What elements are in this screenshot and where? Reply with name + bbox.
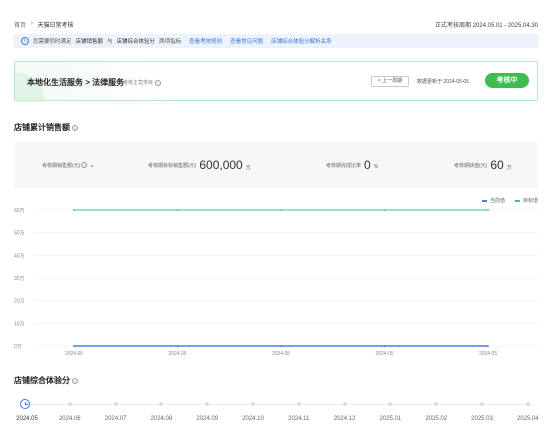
metric-value: 0	[364, 158, 371, 172]
notice-bold-sales: 店铺销售额	[75, 39, 104, 45]
sales-section-title: 店铺累计销售额 ?	[14, 122, 78, 133]
point-current	[487, 345, 489, 347]
breadcrumb-separator: >	[30, 21, 34, 27]
timeline-month-label[interactable]: 2024.11	[288, 416, 309, 422]
point-current	[176, 345, 179, 347]
timeline-month-label[interactable]: 2024.06	[59, 416, 81, 422]
metric-value: -	[90, 160, 94, 170]
service-title: 本地化生活服务 > 法律服务	[27, 78, 125, 87]
help-icon[interactable]: ?	[72, 124, 78, 131]
metric-unit: 元	[245, 164, 251, 171]
top-bar: 首页 > 天猫日常考核 正式考核周期 2024.05.01 - 2025.04.…	[14, 19, 538, 29]
timeline-month-label[interactable]: 2024.08	[151, 416, 173, 422]
y-tick-label: 40万	[14, 253, 25, 259]
timeline-month-label[interactable]: 2024.07	[105, 416, 127, 422]
metric-target-sales: 考核期目标销售额(元) 600,000 元	[148, 142, 251, 188]
timeline-month-label[interactable]: 2025.02	[425, 416, 447, 422]
metric-label: 考核期目标销售额(元)	[148, 162, 197, 169]
notice-text-prefix: 您需要同时满足	[33, 39, 72, 45]
y-tick-label: 30万	[14, 276, 25, 282]
notice-bold-score: 店铺综合体验分	[116, 39, 156, 45]
timeline-dot[interactable]	[205, 402, 210, 406]
metric-label: 考核期完成比率	[326, 162, 362, 169]
breadcrumb-current: 天猫日常考核	[37, 22, 74, 29]
x-tick-label: 2024.05	[65, 351, 83, 357]
point-target	[383, 209, 386, 211]
point-target	[176, 209, 179, 211]
metric-sales: 考核期销售额(元) ? -	[42, 142, 93, 188]
x-tick-label: 2024.05	[375, 351, 393, 357]
timeline-month-label[interactable]: 2025.03	[471, 416, 493, 422]
timeline-month-label[interactable]: 2025.04	[517, 416, 539, 422]
clock-icon[interactable]	[20, 399, 30, 409]
help-icon[interactable]: ?	[72, 377, 78, 384]
timeline-dot[interactable]	[296, 402, 301, 406]
timeline-dot[interactable]	[251, 402, 255, 406]
score-relation-link[interactable]: 店铺综合体验分解析关系	[271, 37, 332, 45]
x-tick-label: 2024.05	[168, 351, 186, 357]
metric-unit: %	[373, 164, 379, 170]
timeline-dot[interactable]	[67, 402, 72, 406]
point-current	[280, 345, 282, 347]
notice-text-mid: 与	[107, 39, 113, 45]
rules-link[interactable]: 查看考核规则	[189, 37, 222, 45]
metrics-panel: 考核期销售额(元) ? - 考核期目标销售额(元) 600,000 元 考核期完…	[14, 142, 538, 188]
timeline-dot[interactable]	[159, 402, 164, 406]
timeline-dot[interactable]	[480, 402, 484, 406]
metric-label: 考核期销售额(元) ?	[42, 162, 88, 169]
timeline-month-label[interactable]: 2024.09	[196, 416, 218, 422]
point-current	[73, 345, 75, 347]
timeline-month-label[interactable]: 2024.10	[242, 416, 264, 422]
timeline-dot[interactable]	[434, 402, 439, 406]
timeline-month-label[interactable]: 2025.01	[380, 416, 402, 422]
timeline-track	[24, 404, 534, 405]
metric-gap: 考核期缺值(元) 60 万	[454, 142, 512, 188]
status-badge[interactable]: 考核中	[485, 73, 529, 88]
timeline-dot[interactable]	[113, 402, 118, 406]
notice-bar: i 您需要同时满足 店铺销售额 与 店铺综合体验分 两项指标 查看考核规则 查看…	[14, 34, 538, 48]
y-tick-label: 0万	[14, 344, 22, 350]
info-icon: i	[21, 37, 29, 45]
help-icon[interactable]: ?	[81, 162, 88, 168]
point-target	[73, 209, 75, 211]
breadcrumb: 首页 > 天猫日常考核	[14, 20, 74, 29]
faq-link[interactable]: 查看常见问题	[230, 37, 263, 45]
x-tick-label: 2024.05	[272, 351, 290, 357]
metric-label-text: 考核期销售额(元)	[42, 162, 81, 169]
y-tick-label: 10万	[14, 321, 25, 327]
previous-period-button[interactable]: < 上一周期	[371, 76, 409, 87]
metric-completion-rate: 考核期完成比率 0 %	[326, 142, 378, 188]
y-tick-label: 50万	[14, 231, 25, 237]
score-section-title: 店铺综合体验分 ?	[14, 375, 78, 386]
sales-section-title-text: 店铺累计销售额	[14, 123, 70, 132]
score-section-title-text: 店铺综合体验分	[14, 376, 70, 385]
point-target	[487, 209, 489, 211]
timeline-dot[interactable]	[525, 402, 530, 406]
timeline-dot[interactable]	[388, 402, 393, 406]
assessment-period: 正式考核周期 2024.05.01 - 2025.04.30	[434, 22, 538, 29]
metric-value: 60	[490, 158, 504, 172]
point-current	[383, 345, 386, 347]
data-updated-text: 数据更新于 2024-05-05	[417, 79, 469, 85]
metric-unit: 万	[506, 164, 512, 171]
timeline-dot[interactable]	[342, 402, 347, 406]
x-tick-label: 2024.05	[479, 351, 497, 357]
timeline-month-label[interactable]: 2024.05	[16, 416, 38, 422]
timeline-month-label[interactable]: 2024.12	[334, 416, 356, 422]
service-subtitle-label: 考核主营类目	[123, 80, 154, 86]
service-subtitle: 考核主营类目 ?	[123, 79, 162, 86]
notice-text-suffix: 两项指标	[159, 39, 182, 45]
metric-value: 600,000	[199, 158, 243, 172]
breadcrumb-home[interactable]: 首页	[14, 20, 26, 29]
metric-label: 考核期缺值(元)	[454, 162, 488, 169]
y-tick-label: 60万	[14, 208, 25, 214]
page: 首页 > 天猫日常考核 正式考核周期 2024.05.01 - 2025.04.…	[0, 0, 550, 439]
sales-line-chart: 0万 10万 20万 30万 40万 50万 60万 2024.05 2024.05 2024.0…	[14, 208, 538, 357]
help-icon[interactable]: ?	[155, 79, 162, 86]
point-target	[280, 209, 282, 211]
y-tick-label: 20万	[14, 299, 25, 305]
service-card: 本地化生活服务 > 法律服务 考核主营类目 ? < 上一周期 数据更新于 202…	[14, 61, 538, 102]
